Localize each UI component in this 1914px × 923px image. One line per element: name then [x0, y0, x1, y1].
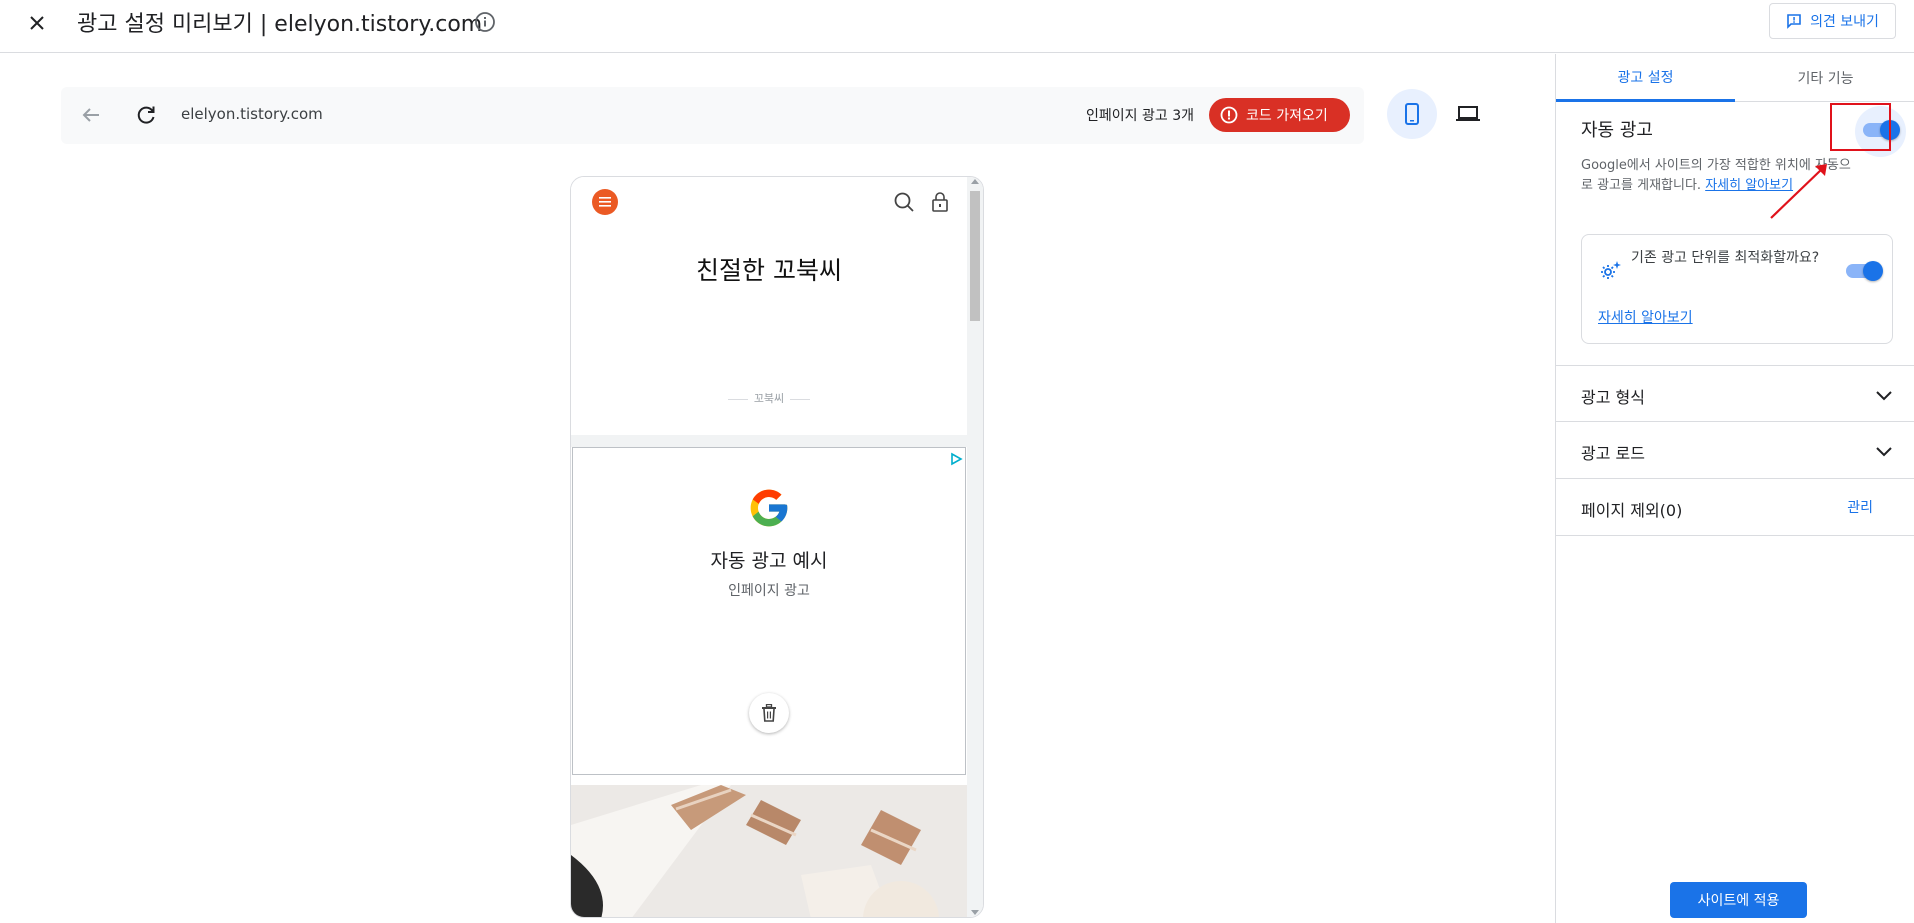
- manage-exclusions-link[interactable]: 관리: [1847, 497, 1873, 517]
- back-arrow-icon[interactable]: [78, 102, 104, 128]
- sample-ad-unit: 자동 광고 예시 인페이지 광고: [572, 447, 966, 775]
- annotation-arrow-icon: [1770, 164, 1827, 219]
- blog-post-image: [571, 785, 967, 917]
- blog-subtitle-text: 꼬북씨: [753, 392, 785, 405]
- scrollbar-thumb[interactable]: [970, 191, 980, 321]
- optimize-existing-units-card: 기존 광고 단위를 최적화할까요? 자세히 알아보기: [1581, 234, 1893, 344]
- menu-icon: [599, 197, 611, 207]
- alert-icon: [1220, 106, 1238, 124]
- send-feedback-button[interactable]: 의견 보내기: [1769, 3, 1896, 39]
- close-icon: [30, 16, 44, 30]
- ad-load-label: 광고 로드: [1581, 444, 1645, 463]
- feedback-icon: [1787, 14, 1801, 29]
- preview-scrollbar[interactable]: [967, 177, 983, 917]
- lock-icon[interactable]: [930, 191, 950, 213]
- phone-icon: [1405, 103, 1419, 125]
- remove-ad-button[interactable]: [749, 693, 789, 733]
- page-title: 광고 설정 미리보기 | elelyon.tistory.com: [77, 12, 483, 37]
- auto-optimize-gear-icon: [1601, 261, 1621, 279]
- page-exclusions-section: 페이지 제외(0) 관리: [1556, 479, 1914, 536]
- get-code-label: 코드 가져오기: [1246, 108, 1328, 124]
- top-bar: 광고 설정 미리보기 | elelyon.tistory.com 의견 보내기: [0, 0, 1914, 53]
- close-button[interactable]: [22, 8, 52, 38]
- settings-tabs: 광고 설정 기타 기능: [1556, 54, 1914, 102]
- blog-menu-button[interactable]: [592, 189, 618, 215]
- info-icon[interactable]: [474, 11, 496, 33]
- google-logo-icon: [750, 489, 788, 527]
- laptop-icon: [1456, 106, 1480, 121]
- optimize-learn-more-link[interactable]: 자세히 알아보기: [1598, 307, 1693, 327]
- ad-formats-label: 광고 형식: [1581, 388, 1645, 407]
- sample-ad-title: 자동 광고 예시: [710, 550, 828, 572]
- apply-to-site-button[interactable]: 사이트에 적용: [1670, 882, 1807, 918]
- preview-url-bar: elelyon.tistory.com 인페이지 광고 3개 코드 가져오기: [61, 87, 1364, 144]
- tab-ad-settings[interactable]: 광고 설정: [1556, 54, 1735, 102]
- chevron-down-icon: [1876, 391, 1892, 401]
- ad-formats-section[interactable]: 광고 형식: [1556, 365, 1914, 422]
- divider: [571, 435, 967, 447]
- chevron-down-icon: [1876, 447, 1892, 457]
- feedback-label: 의견 보내기: [1810, 14, 1879, 30]
- mobile-view-button[interactable]: [1387, 89, 1437, 139]
- reload-icon[interactable]: [133, 102, 159, 128]
- preview-url: elelyon.tistory.com: [181, 105, 323, 123]
- sample-ad-subtitle: 인페이지 광고: [728, 583, 810, 599]
- tab-other-features[interactable]: 기타 기능: [1736, 54, 1914, 102]
- get-code-button[interactable]: 코드 가져오기: [1209, 98, 1350, 132]
- optimize-question: 기존 광고 단위를 최적화할까요?: [1631, 250, 1820, 266]
- blog-title: 친절한 꼬북씨: [696, 256, 842, 285]
- ad-load-section[interactable]: 광고 로드: [1556, 422, 1914, 479]
- mobile-preview-frame: 친절한 꼬북씨 꼬북씨 자동 광고 예시 인페이지 광고: [570, 176, 984, 918]
- optimize-units-toggle[interactable]: [1843, 261, 1883, 281]
- inpage-ad-count: 인페이지 광고 3개: [1086, 108, 1194, 124]
- search-icon[interactable]: [893, 191, 915, 213]
- desktop-view-button[interactable]: [1443, 89, 1493, 139]
- adchoices-icon[interactable]: [949, 452, 963, 466]
- annotation-highlight-box: [1830, 103, 1891, 151]
- auto-ads-label: 자동 광고: [1581, 120, 1653, 141]
- blog-subtitle: 꼬북씨: [571, 390, 967, 406]
- blog-header: 친절한 꼬북씨 꼬북씨: [571, 177, 967, 435]
- page-exclusions-label: 페이지 제외(0): [1581, 501, 1683, 520]
- trash-icon: [762, 704, 776, 722]
- blog-preview: 친절한 꼬북씨 꼬북씨 자동 광고 예시 인페이지 광고: [571, 177, 967, 917]
- settings-panel: 광고 설정 기타 기능 자동 광고 Google에서 사이트의 가장 적합한 위…: [1555, 54, 1914, 923]
